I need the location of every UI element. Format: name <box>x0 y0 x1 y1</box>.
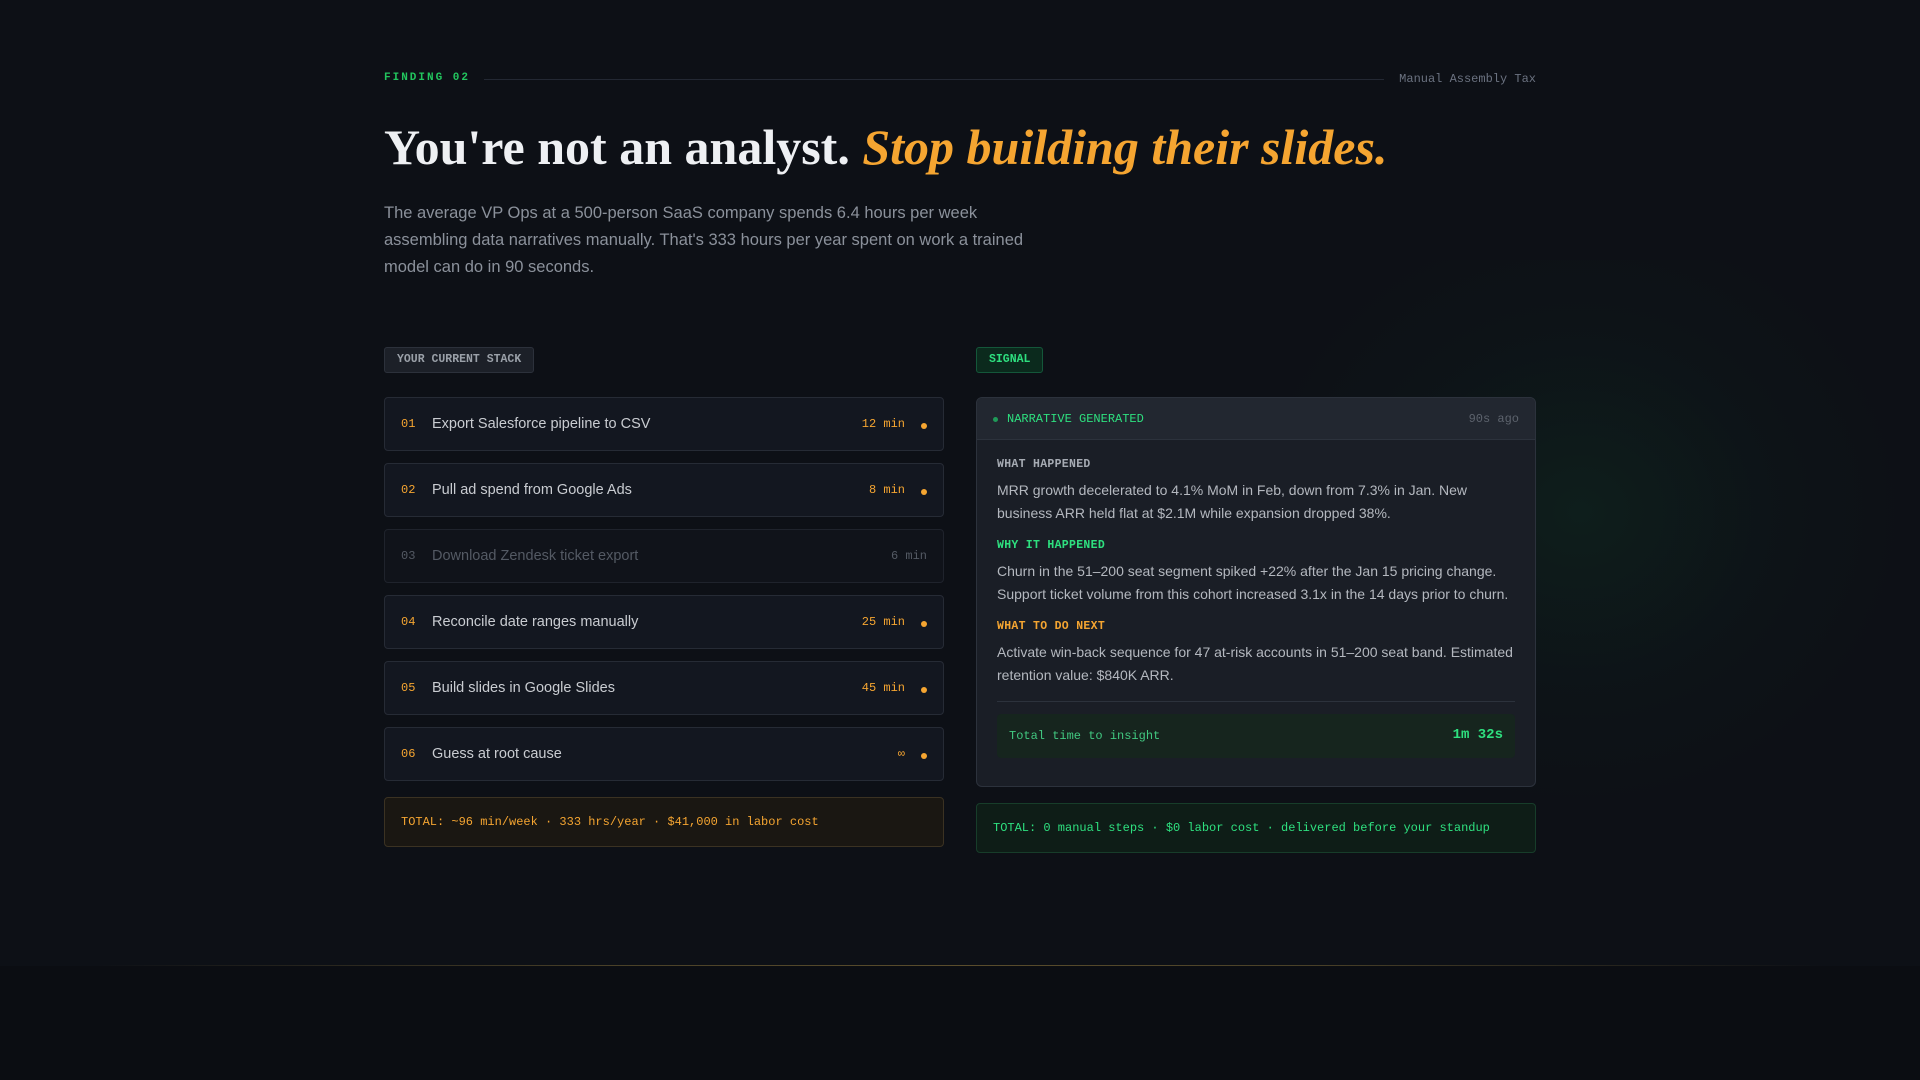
step-number: 03 <box>401 549 416 563</box>
what-happened-text: MRR growth decelerated to 4.1% MoM in Fe… <box>997 482 1467 521</box>
what-to-do-next-text: Activate win-back sequence for 47 at-ris… <box>997 644 1513 683</box>
step-label: Export Salesforce pipeline to CSV <box>432 416 651 432</box>
why-it-happened-title: WHY IT HAPPENED <box>997 539 1106 552</box>
narrative-timestamp: 90s ago <box>1468 412 1519 426</box>
step-time: 25 min <box>861 615 905 629</box>
stack-step: 02 Pull ad spend from Google Ads 8 min <box>384 463 944 517</box>
step-status-dot-icon <box>921 753 927 759</box>
step-label: Guess at root cause <box>432 746 562 762</box>
step-status-dot-icon <box>921 621 927 627</box>
current-stack-tag: YOUR CURRENT STACK <box>384 347 535 373</box>
step-time: 6 min <box>890 549 927 563</box>
step-label: Build slides in Google Slides <box>432 680 615 696</box>
step-time: 45 min <box>861 681 905 695</box>
headline-accent: Stop building their slides. <box>862 119 1388 175</box>
what-to-do-next-title: WHAT TO DO NEXT <box>997 620 1106 633</box>
stack-step: 03 Download Zendesk ticket export 6 min <box>384 529 944 583</box>
step-number: 01 <box>401 417 416 431</box>
why-it-happened-text: Churn in the 51–200 seat segment spiked … <box>997 563 1509 602</box>
finding-eyebrow: FINDING 02 <box>384 72 471 84</box>
step-label: Download Zendesk ticket export <box>432 548 639 564</box>
step-status-dot-icon <box>921 423 927 429</box>
time-to-insight-value: 1m 32s <box>1452 727 1503 743</box>
step-label: Pull ad spend from Google Ads <box>432 482 632 498</box>
step-number: 06 <box>401 747 416 761</box>
footer-area <box>0 966 1920 1080</box>
section-topic-label: Manual Assembly Tax <box>1399 72 1536 86</box>
step-number: 04 <box>401 615 416 629</box>
headline-plain: You're not an analyst. <box>384 119 863 175</box>
stack-step: 05 Build slides in Google Slides 45 min <box>384 661 944 715</box>
narrative-panel: NARRATIVE GENERATED 90s ago WHAT HAPPENE… <box>976 397 1536 787</box>
time-to-insight-label: Total time to insight <box>1009 729 1161 743</box>
narrative-panel-header: NARRATIVE GENERATED 90s ago <box>977 398 1535 440</box>
step-time: ∞ <box>897 747 905 761</box>
stack-step: 04 Reconcile date ranges manually 25 min <box>384 595 944 649</box>
step-status-dot-icon <box>921 489 927 495</box>
signal-tag: SIGNAL <box>976 347 1044 373</box>
narrative-body: WHAT HAPPENED MRR growth decelerated to … <box>977 440 1535 758</box>
header-divider <box>484 79 1384 80</box>
current-stack-steps: 01 Export Salesforce pipeline to CSV 12 … <box>384 397 944 793</box>
step-status-dot-icon <box>921 687 927 693</box>
time-to-insight-box: Total time to insight 1m 32s <box>997 714 1515 758</box>
stack-step: 01 Export Salesforce pipeline to CSV 12 … <box>384 397 944 451</box>
signal-total: TOTAL: 0 manual steps · $0 labor cost · … <box>976 803 1536 853</box>
step-label: Reconcile date ranges manually <box>432 614 639 630</box>
lede-paragraph: The average VP Ops at a 500-person SaaS … <box>384 204 1024 276</box>
narrative-divider <box>997 701 1515 702</box>
status-dot-icon <box>993 417 998 422</box>
step-time: 8 min <box>868 483 905 497</box>
narrative-status: NARRATIVE GENERATED <box>1007 412 1144 426</box>
step-number: 05 <box>401 681 416 695</box>
what-happened-title: WHAT HAPPENED <box>997 458 1091 471</box>
current-stack-total: TOTAL: ~96 min/week · 333 hrs/year · $41… <box>384 797 944 847</box>
stack-step: 06 Guess at root cause ∞ <box>384 727 944 781</box>
headline: You're not an analyst. Stop building the… <box>384 118 1387 176</box>
section-header: FINDING 02 Manual Assembly Tax <box>384 72 1536 86</box>
step-number: 02 <box>401 483 416 497</box>
step-time: 12 min <box>861 417 905 431</box>
